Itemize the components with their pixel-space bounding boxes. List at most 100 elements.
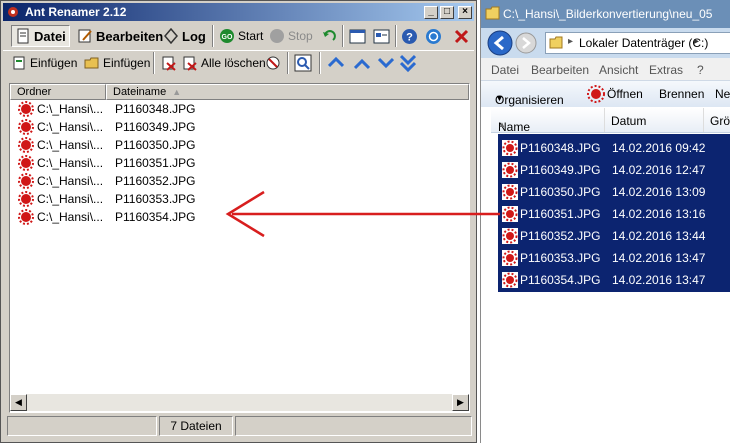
row-folder: C:\_Hansi\... bbox=[37, 174, 104, 188]
tab-log-label: Log bbox=[182, 28, 206, 44]
tab-log[interactable]: Log bbox=[163, 25, 206, 47]
jpg-file-icon bbox=[18, 173, 34, 189]
preview-icon[interactable] bbox=[294, 54, 312, 72]
breadcrumb-chevron-icon: ▸ bbox=[694, 36, 700, 47]
column-header-filename[interactable]: Dateiname ▲ bbox=[106, 84, 469, 100]
menu-datei[interactable]: Datei bbox=[491, 63, 519, 77]
move-top-icon[interactable] bbox=[328, 56, 344, 70]
main-toolbar: Datei Bearbeiten Log GO Start Stop ? bbox=[3, 23, 474, 49]
column-divider[interactable] bbox=[604, 108, 605, 132]
left-title-bar[interactable]: Ant Renamer 2.12 _ □ × bbox=[3, 3, 474, 21]
column-header-date[interactable]: Datum bbox=[611, 114, 646, 128]
help-icon[interactable]: ? bbox=[401, 28, 418, 45]
organize-label: Organisieren bbox=[495, 93, 564, 107]
column-filename-label: Dateiname bbox=[113, 86, 167, 98]
explorer-title: C:\_Hansi\_Bilderkonvertierung\neu_05 bbox=[503, 7, 713, 21]
new-folder-button[interactable]: Ne bbox=[715, 87, 730, 101]
list-item[interactable]: C:\_Hansi\... P1160353.JPG bbox=[10, 190, 410, 208]
menu-extras[interactable]: Extras bbox=[649, 63, 683, 77]
list-item[interactable]: P1160354.JPG 14.02.2016 13:47 bbox=[498, 269, 730, 291]
delete-all-icon bbox=[183, 56, 197, 71]
toolbar-separator bbox=[342, 25, 344, 47]
jpg-file-icon bbox=[502, 250, 518, 266]
stop-icon bbox=[270, 29, 284, 43]
status-panel-empty bbox=[235, 416, 472, 436]
menu-help[interactable]: ? bbox=[697, 63, 704, 77]
move-up-icon[interactable] bbox=[354, 56, 370, 70]
status-panel-empty bbox=[7, 416, 157, 436]
jpg-file-icon bbox=[502, 228, 518, 244]
stop-button[interactable]: Stop bbox=[269, 25, 313, 47]
file-list[interactable]: Ordner Dateiname ▲ C:\_Hansi\... P1160348… bbox=[9, 83, 470, 413]
delete-all-label: Alle löschen bbox=[201, 56, 266, 70]
row-folder: C:\_Hansi\... bbox=[37, 102, 104, 116]
file-icon bbox=[17, 28, 29, 44]
undo-icon[interactable] bbox=[321, 29, 337, 45]
back-button[interactable] bbox=[487, 30, 513, 56]
close-button[interactable]: × bbox=[458, 6, 472, 19]
explorer-file-list[interactable]: P1160348.JPG 14.02.2016 09:42 P1160349.JP… bbox=[498, 134, 730, 292]
move-bottom-icon[interactable] bbox=[400, 53, 416, 73]
clear-icon[interactable] bbox=[265, 55, 281, 71]
forward-button[interactable] bbox=[515, 32, 537, 54]
status-file-count: 7 Dateien bbox=[159, 416, 233, 436]
ant-renamer-window: Ant Renamer 2.12 _ □ × Datei Bearbeiten … bbox=[0, 0, 477, 443]
navigation-bar: ▸ Lokaler Datenträger (C:) ▸ bbox=[481, 28, 730, 58]
sort-ascending-icon: ▲ bbox=[498, 120, 506, 129]
exit-icon[interactable] bbox=[453, 28, 470, 45]
list-item[interactable]: P1160351.JPG 14.02.2016 13:16 bbox=[498, 203, 730, 225]
tab-bearbeiten[interactable]: Bearbeiten bbox=[77, 25, 163, 47]
jpg-file-icon bbox=[502, 162, 518, 178]
column-header-size[interactable]: Größ bbox=[710, 114, 730, 128]
start-button[interactable]: GO Start bbox=[219, 25, 263, 47]
delete-all-button[interactable]: Alle löschen bbox=[182, 52, 266, 74]
row-name: P1160353.JPG bbox=[520, 251, 601, 265]
toolbar-separator bbox=[319, 52, 321, 74]
list-item[interactable]: C:\_Hansi\... P1160351.JPG bbox=[10, 154, 410, 172]
row-filename: P1160348.JPG bbox=[115, 102, 196, 116]
list-item[interactable]: C:\_Hansi\... P1160350.JPG bbox=[10, 136, 410, 154]
list-item[interactable]: C:\_Hansi\... P1160354.JPG bbox=[10, 208, 410, 226]
list-item[interactable]: P1160348.JPG 14.02.2016 09:42 bbox=[498, 137, 730, 159]
row-date: 14.02.2016 13:47 bbox=[612, 251, 706, 265]
list-item[interactable]: C:\_Hansi\... P1160349.JPG bbox=[10, 118, 410, 136]
horizontal-scrollbar[interactable]: ◀ ▶ bbox=[10, 394, 469, 411]
jpg-file-icon bbox=[18, 137, 34, 153]
menu-ansicht[interactable]: Ansicht bbox=[599, 63, 638, 77]
tab-bearbeiten-label: Bearbeiten bbox=[96, 28, 164, 44]
delete-selected-icon[interactable] bbox=[161, 55, 177, 71]
maximize-button[interactable]: □ bbox=[440, 6, 454, 19]
add-folders-button[interactable]: Einfügen bbox=[84, 52, 150, 74]
column-header-folder[interactable]: Ordner bbox=[10, 84, 106, 100]
command-bar: Organisieren ▼ Öffnen Brennen Ne bbox=[481, 80, 730, 107]
jpg-file-icon bbox=[18, 191, 34, 207]
move-down-icon[interactable] bbox=[378, 56, 394, 70]
window-icon[interactable] bbox=[349, 28, 366, 45]
scroll-right-icon[interactable]: ▶ bbox=[452, 394, 469, 411]
list-item[interactable]: P1160349.JPG 14.02.2016 12:47 bbox=[498, 159, 730, 181]
scroll-left-icon[interactable]: ◀ bbox=[10, 394, 27, 411]
row-folder: C:\_Hansi\... bbox=[37, 210, 104, 224]
list-item[interactable]: C:\_Hansi\... P1160348.JPG bbox=[10, 100, 410, 118]
tab-datei[interactable]: Datei bbox=[11, 25, 70, 47]
list-item[interactable]: P1160352.JPG 14.02.2016 13:44 bbox=[498, 225, 730, 247]
row-folder: C:\_Hansi\... bbox=[37, 156, 104, 170]
burn-button[interactable]: Brennen bbox=[659, 87, 704, 101]
options-icon[interactable] bbox=[373, 28, 390, 45]
address-bar[interactable]: ▸ Lokaler Datenträger (C:) ▸ bbox=[545, 32, 730, 54]
toolbar-separator bbox=[395, 25, 397, 47]
info-icon[interactable] bbox=[425, 28, 442, 45]
row-folder: C:\_Hansi\... bbox=[37, 138, 104, 152]
minimize-button[interactable]: _ bbox=[424, 6, 438, 19]
open-button[interactable]: Öffnen bbox=[607, 87, 643, 101]
list-item[interactable]: P1160350.JPG 14.02.2016 13:09 bbox=[498, 181, 730, 203]
svg-text:?: ? bbox=[406, 32, 413, 44]
menu-bearbeiten[interactable]: Bearbeiten bbox=[531, 63, 589, 77]
jpg-file-icon bbox=[502, 140, 518, 156]
column-divider[interactable] bbox=[703, 108, 704, 132]
explorer-title-bar[interactable]: C:\_Hansi\_Bilderkonvertierung\neu_05 bbox=[481, 0, 730, 28]
add-files-button[interactable]: Einfügen bbox=[11, 52, 77, 74]
list-item[interactable]: P1160353.JPG 14.02.2016 13:47 bbox=[498, 247, 730, 269]
list-item[interactable]: C:\_Hansi\... P1160352.JPG bbox=[10, 172, 410, 190]
column-folder-label: Ordner bbox=[17, 86, 52, 98]
